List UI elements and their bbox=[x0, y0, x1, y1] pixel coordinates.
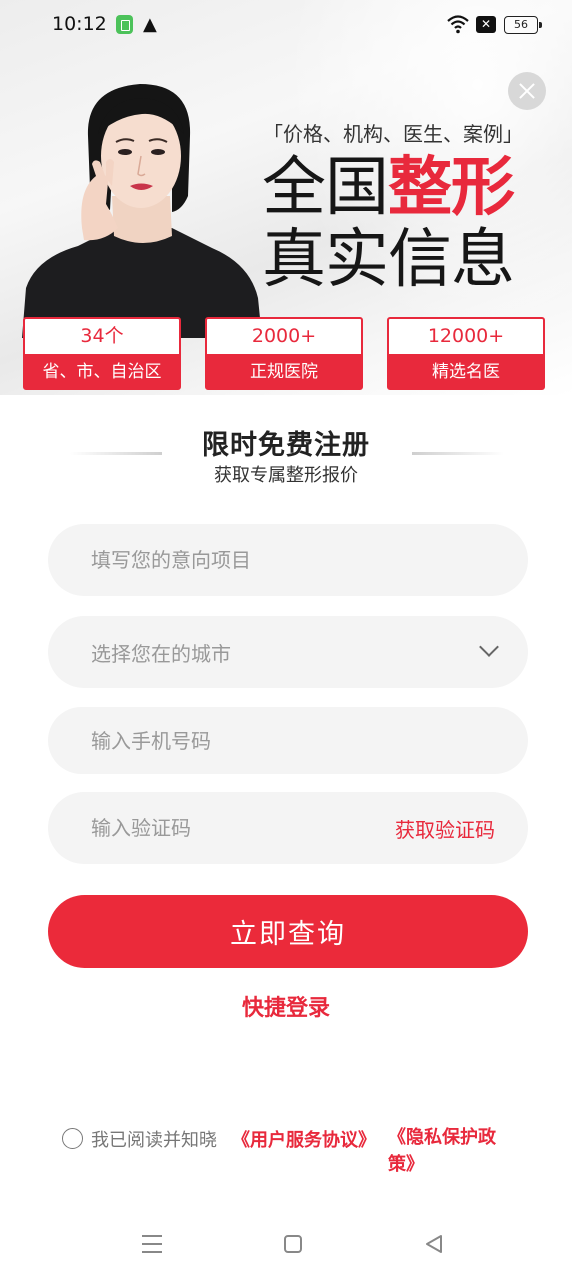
stat-card-provinces: 34个 省、市、自治区 bbox=[23, 317, 181, 390]
phone-field bbox=[48, 707, 528, 774]
menu-icon[interactable] bbox=[142, 1235, 162, 1253]
stat-label: 省、市、自治区 bbox=[42, 362, 162, 382]
stat-number: 34个 bbox=[25, 319, 179, 354]
home-icon[interactable] bbox=[284, 1235, 302, 1253]
phone-input[interactable] bbox=[91, 707, 391, 774]
wifi-icon bbox=[447, 15, 469, 34]
stat-card-hospitals: 2000+ 正规医院 bbox=[205, 317, 363, 390]
city-select[interactable]: 选择您在的城市 bbox=[48, 616, 528, 688]
user-agreement-link[interactable]: 《用户服务协议》 bbox=[232, 1126, 376, 1152]
no-sim-icon: ✕ bbox=[476, 16, 496, 33]
verification-code-input[interactable] bbox=[91, 792, 391, 864]
stat-label: 精选名医 bbox=[432, 362, 500, 382]
system-navigation-bar bbox=[0, 1215, 572, 1275]
divider-right bbox=[412, 452, 504, 455]
hero-title: 全国整形 真实信息 bbox=[262, 150, 515, 297]
hero-title-line2: 真实信息 bbox=[262, 223, 515, 297]
model-portrait bbox=[22, 84, 262, 338]
privacy-policy-link[interactable]: 《隐私保护政策》 bbox=[388, 1124, 518, 1178]
registration-title: 限时免费注册 bbox=[202, 430, 370, 461]
hero-tagline: 「价格、机构、医生、案例」 bbox=[263, 122, 523, 146]
hero-title-part1: 全国 bbox=[262, 151, 389, 225]
city-select-value: 选择您在的城市 bbox=[91, 641, 231, 666]
hero-banner: 「价格、机构、医生、案例」 全国整形 真实信息 34个 省、市、自治区 2000… bbox=[0, 0, 572, 395]
status-time: 10:12 bbox=[52, 13, 107, 35]
hero-title-highlight: 整形 bbox=[388, 150, 515, 225]
stat-number: 12000+ bbox=[389, 319, 543, 354]
quick-login-link[interactable]: 快捷登录 bbox=[0, 990, 572, 1022]
submit-button[interactable]: 立即查询 bbox=[48, 895, 528, 968]
code-field: 获取验证码 bbox=[48, 792, 528, 864]
get-code-button[interactable]: 获取验证码 bbox=[395, 792, 495, 864]
chevron-down-icon bbox=[479, 637, 499, 657]
status-bar: 10:12 ▲ ✕ 56 bbox=[0, 0, 572, 52]
agreement-prefix: 我已阅读并知晓 bbox=[91, 1130, 217, 1151]
stat-card-doctors: 12000+ 精选名医 bbox=[387, 317, 545, 390]
stat-cards: 34个 省、市、自治区 2000+ 正规医院 12000+ 精选名医 bbox=[23, 317, 545, 390]
stat-label: 正规医院 bbox=[250, 362, 318, 382]
app-notification-icon bbox=[116, 15, 133, 34]
registration-subtitle: 获取专属整形报价 bbox=[214, 465, 358, 486]
project-field bbox=[48, 524, 528, 596]
close-button[interactable] bbox=[508, 72, 546, 110]
agreement-checkbox[interactable] bbox=[62, 1128, 83, 1149]
warning-icon: ▲ bbox=[143, 14, 157, 35]
project-input[interactable] bbox=[91, 524, 391, 596]
battery-icon: 56 bbox=[504, 16, 542, 34]
back-icon[interactable] bbox=[424, 1234, 444, 1254]
stat-number: 2000+ bbox=[207, 319, 361, 354]
